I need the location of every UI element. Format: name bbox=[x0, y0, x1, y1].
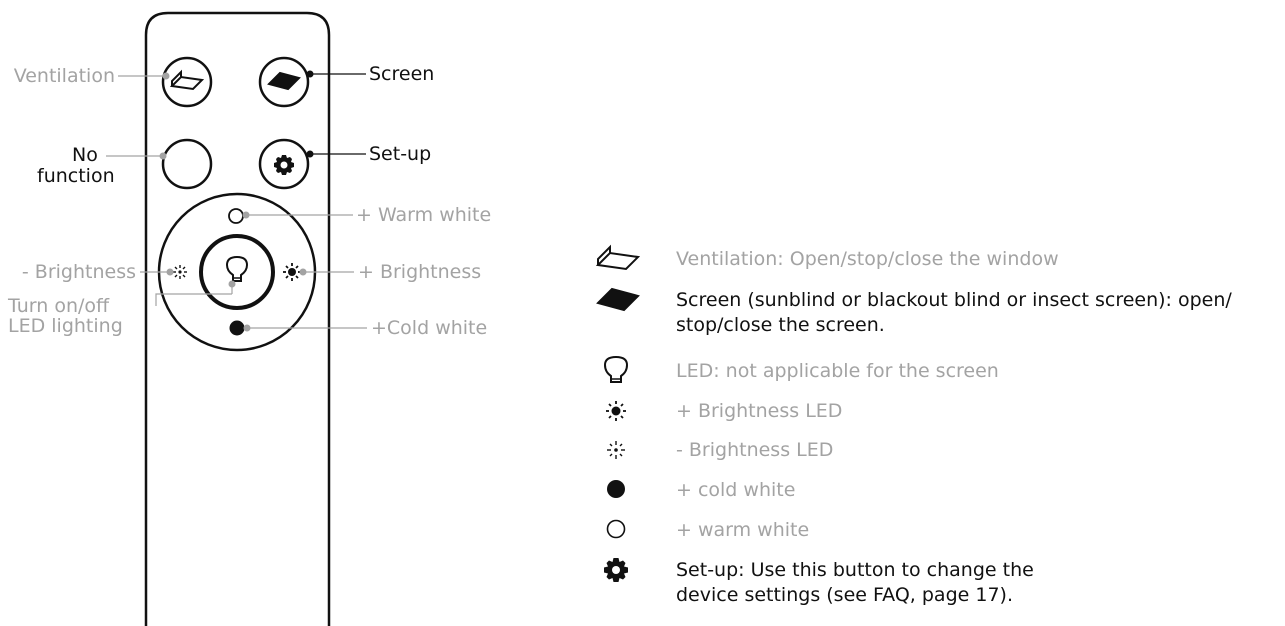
legend-text-minus-brightness: - Brightness LED bbox=[676, 439, 834, 461]
legend-text-setup-2: device settings (see FAQ, page 17). bbox=[676, 584, 1013, 606]
ventilation-button[interactable] bbox=[161, 56, 213, 108]
legend-text-led: LED: not applicable for the screen bbox=[676, 360, 999, 382]
legend-bulb-icon bbox=[603, 355, 629, 383]
label-minus-brightness: - Brightness bbox=[21, 261, 136, 283]
minus-brightness-button[interactable] bbox=[173, 265, 187, 279]
legend-ventilation-icon bbox=[595, 244, 641, 271]
cold-white-button[interactable] bbox=[229, 320, 245, 336]
legend-text-screen-2: stop/close the screen. bbox=[676, 314, 885, 336]
label-cold-white: +Cold white bbox=[371, 317, 488, 339]
label-warm-white: + Warm white bbox=[356, 204, 492, 226]
legend-gear-icon bbox=[604, 558, 628, 582]
leader-setup bbox=[306, 150, 366, 158]
legend-text-ventilation: Ventilation: Open/stop/close the window bbox=[676, 248, 1059, 270]
label-plus-brightness: + Brightness bbox=[358, 261, 482, 283]
label-setup: Set-up bbox=[369, 143, 432, 165]
legend-filled-circle-icon bbox=[607, 480, 625, 498]
label-screen: Screen bbox=[369, 63, 435, 85]
legend-text-screen-1: Screen (sunblind or blackout blind or in… bbox=[676, 289, 1232, 311]
label-no-function-1: No bbox=[72, 144, 98, 166]
on-off-button[interactable] bbox=[199, 234, 275, 310]
label-turn-on-off-2: LED lighting bbox=[8, 315, 123, 337]
leader-screen bbox=[306, 70, 366, 78]
legend-plus-brightness-icon bbox=[606, 401, 626, 421]
screen-button[interactable] bbox=[258, 56, 310, 108]
legend-text-setup-1: Set-up: Use this button to change the bbox=[676, 559, 1034, 581]
gear-icon bbox=[274, 155, 294, 175]
label-ventilation: Ventilation bbox=[13, 65, 115, 87]
no-function-button[interactable] bbox=[161, 138, 213, 190]
label-turn-on-off-1: Turn on/off bbox=[8, 295, 110, 317]
legend-minus-brightness-icon bbox=[607, 441, 625, 459]
leader-no-function bbox=[106, 152, 167, 160]
legend-text-cold-white: + cold white bbox=[676, 479, 796, 501]
setup-button[interactable] bbox=[258, 138, 310, 190]
leader-ventilation bbox=[118, 72, 170, 80]
warm-white-button[interactable] bbox=[228, 208, 244, 224]
legend-text-warm-white: + warm white bbox=[676, 519, 810, 541]
label-no-function-2: function bbox=[37, 165, 115, 187]
remote-diagram bbox=[106, 11, 641, 626]
legend-screen-icon bbox=[596, 287, 640, 312]
legend-empty-circle-icon bbox=[606, 519, 626, 539]
legend-text-plus-brightness: + Brightness LED bbox=[676, 400, 843, 422]
